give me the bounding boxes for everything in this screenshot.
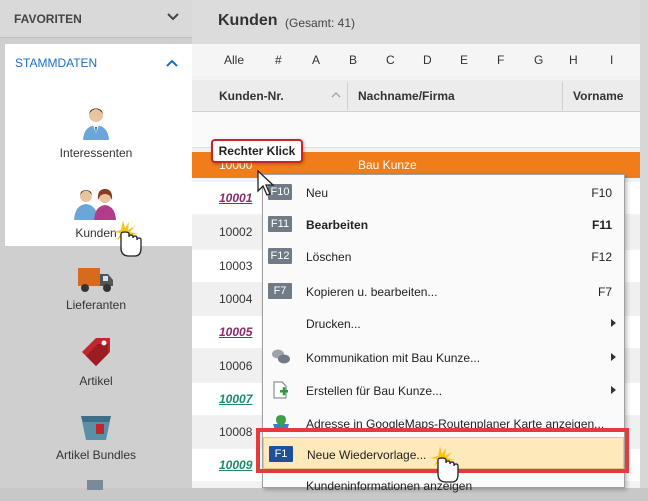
menu-item-label: Neu xyxy=(306,186,329,200)
vertical-scrollbar[interactable] xyxy=(640,0,648,488)
sidebar-item-kunden[interactable]: Kunden xyxy=(0,188,192,240)
sidebar-item-artikel[interactable]: Artikel xyxy=(0,334,192,388)
letter-filter-i[interactable]: I xyxy=(610,53,613,67)
next-item-icon xyxy=(87,480,103,490)
letter-filter-alle[interactable]: Alle xyxy=(224,53,244,67)
sort-chevron-icon[interactable] xyxy=(331,91,341,99)
menu-item-neu[interactable]: F10 Neu F10 xyxy=(263,176,624,208)
sidebar-item-label: Kunden xyxy=(75,226,117,240)
menu-item-kommunikation[interactable]: Kommunikation mit Bau Kunze... xyxy=(263,341,624,373)
column-divider[interactable] xyxy=(562,82,563,110)
sidebar-item-label: Interessenten xyxy=(59,146,133,160)
table-header: Kunden-Nr. Nachname/Firma Vorname xyxy=(192,80,640,112)
menu-item-bearbeiten[interactable]: F11 Bearbeiten F11 xyxy=(263,208,624,240)
persons-icon xyxy=(74,189,116,220)
menu-item-label: Erstellen für Bau Kunze... xyxy=(306,384,443,398)
letter-filter-g[interactable]: G xyxy=(534,53,543,67)
customer-number[interactable]: 10005 xyxy=(219,325,252,339)
basket-icon xyxy=(81,416,111,440)
click-hand-icon xyxy=(113,220,142,257)
callout-text: Rechter Klick xyxy=(218,144,296,158)
favoriten-section-header[interactable]: FAVORITEN xyxy=(0,0,192,38)
letter-filter-b[interactable]: B xyxy=(349,53,357,67)
favoriten-label: FAVORITEN xyxy=(14,12,82,26)
customer-number: 10003 xyxy=(219,259,253,273)
sidebar: FAVORITEN STAMMDATEN Interessenten Kunde… xyxy=(0,0,192,490)
letter-filter-f[interactable]: F xyxy=(497,53,504,67)
chat-bubbles-icon xyxy=(272,349,290,364)
annotation-callout: Rechter Klick xyxy=(211,139,303,163)
column-divider[interactable] xyxy=(347,82,348,110)
menu-item-erstellen[interactable]: Erstellen für Bau Kunze... xyxy=(263,374,624,406)
truck-icon xyxy=(78,268,113,292)
sidebar-item-artikel-bundles[interactable]: Artikel Bundles xyxy=(0,410,192,462)
letter-filter-c[interactable]: C xyxy=(386,53,395,67)
menu-item-shortcut: F11 xyxy=(591,218,612,232)
shortcut-key-badge: F7 xyxy=(268,283,292,299)
letter-filter-h[interactable]: H xyxy=(569,53,578,67)
column-header-vorname[interactable]: Vorname xyxy=(573,89,623,103)
letter-filter-hash[interactable]: # xyxy=(275,53,282,67)
tag-icon xyxy=(82,338,110,366)
menu-item-label: Löschen xyxy=(306,250,352,264)
menu-item-shortcut: F7 xyxy=(597,285,612,299)
new-document-icon xyxy=(273,381,288,399)
menu-item-label: Bearbeiten xyxy=(306,218,369,232)
letter-filter-e[interactable]: E xyxy=(460,53,468,67)
customer-number[interactable]: 10001 xyxy=(219,191,252,205)
menu-item-loeschen[interactable]: F12 Löschen F12 xyxy=(263,240,624,272)
menu-item-shortcut: F12 xyxy=(591,250,612,264)
person-icon xyxy=(83,108,109,140)
letter-filter-bar: Alle # A B C D E F G H I xyxy=(192,44,640,76)
customer-number[interactable]: 10009 xyxy=(219,458,252,472)
letter-filter-d[interactable]: D xyxy=(423,53,432,67)
sidebar-item-label: Artikel xyxy=(79,374,113,388)
column-header-kunden-nr[interactable]: Kunden-Nr. xyxy=(219,89,284,103)
submenu-arrow-icon xyxy=(611,353,616,361)
customer-number: 10002 xyxy=(219,225,253,239)
menu-item-label: Drucken... xyxy=(306,317,361,331)
menu-item-label: Kommunikation mit Bau Kunze... xyxy=(306,351,481,365)
menu-item-label: Kopieren u. bearbeiten... xyxy=(306,285,438,299)
submenu-arrow-icon xyxy=(611,386,616,394)
click-hand-icon xyxy=(430,446,459,483)
customer-number: 10006 xyxy=(219,359,253,373)
title-bar: Kunden (Gesamt: 41) xyxy=(192,0,640,44)
record-count: (Gesamt: 41) xyxy=(285,16,356,30)
mouse-pointer-icon xyxy=(257,169,275,196)
submenu-arrow-icon xyxy=(611,319,616,327)
customer-number: 10004 xyxy=(219,292,253,306)
sidebar-item-label: Lieferanten xyxy=(65,298,127,312)
customer-number: 10008 xyxy=(219,425,253,439)
menu-item-shortcut: F10 xyxy=(591,186,612,200)
sidebar-item-label: Artikel Bundles xyxy=(55,448,137,462)
column-header-nachname[interactable]: Nachname/Firma xyxy=(358,89,455,103)
shortcut-key-badge: F12 xyxy=(268,248,292,264)
letter-filter-a[interactable]: A xyxy=(312,53,320,67)
sidebar-item-interessenten[interactable]: Interessenten xyxy=(0,106,192,160)
page-title: Kunden xyxy=(218,12,278,29)
customer-name: Bau Kunze xyxy=(358,158,417,172)
chevron-down-icon[interactable] xyxy=(166,10,180,24)
menu-item-drucken[interactable]: Drucken... xyxy=(263,307,624,339)
chevron-up-icon[interactable] xyxy=(165,56,179,70)
shortcut-key-badge: F11 xyxy=(268,216,292,232)
stammdaten-label[interactable]: STAMMDATEN xyxy=(15,56,97,70)
menu-item-kopieren[interactable]: F7 Kopieren u. bearbeiten... F7 xyxy=(263,275,624,307)
customer-number[interactable]: 10007 xyxy=(219,392,252,406)
sidebar-item-lieferanten[interactable]: Lieferanten xyxy=(0,266,192,312)
